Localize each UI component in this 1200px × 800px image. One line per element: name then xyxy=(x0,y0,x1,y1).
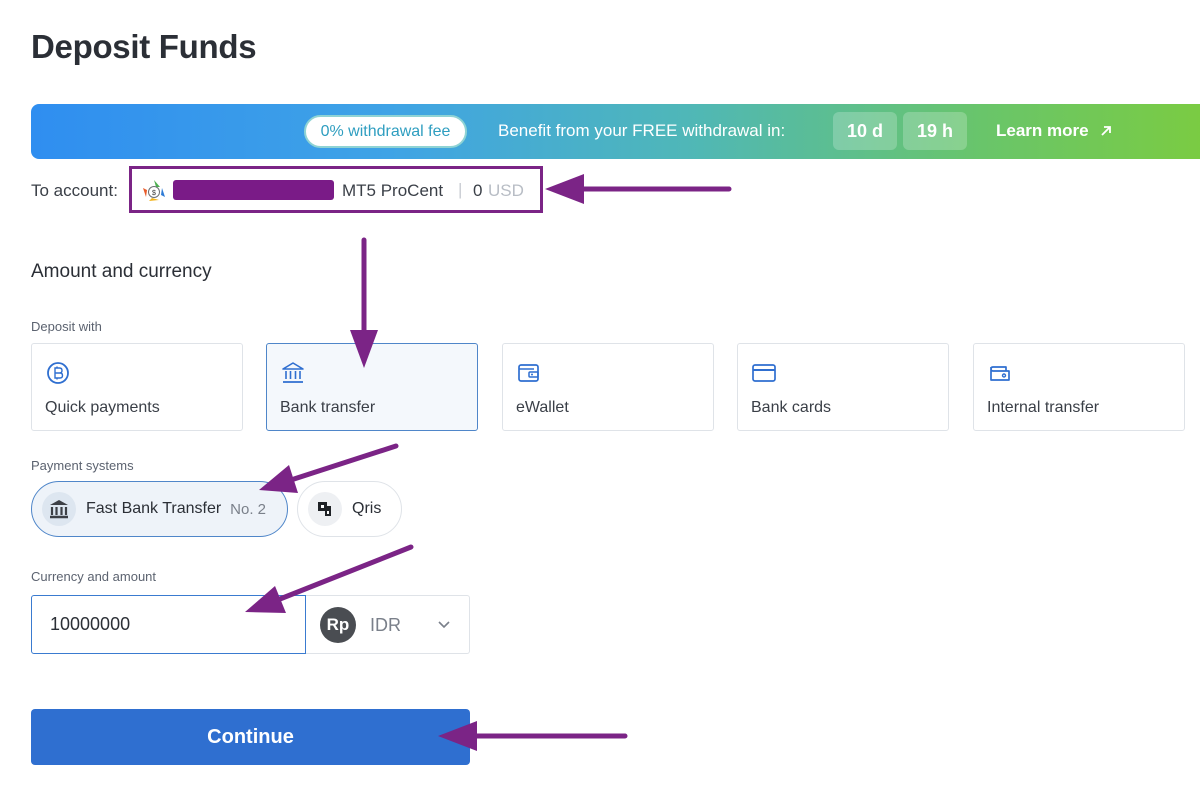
account-label: To account: xyxy=(31,181,118,200)
account-separator: | xyxy=(458,180,463,199)
method-bank-transfer[interactable]: Bank transfer xyxy=(266,343,478,431)
page-title: Deposit Funds xyxy=(31,28,257,65)
rupiah-icon: Rp xyxy=(320,607,356,643)
payment-system-name: Fast Bank Transfer xyxy=(86,500,222,517)
payment-system-name: Qris xyxy=(352,500,382,517)
account-balance: 0 xyxy=(473,181,483,200)
svg-text:$: $ xyxy=(152,190,156,197)
card-icon xyxy=(752,364,776,382)
bank-icon xyxy=(282,362,304,383)
coin-icon xyxy=(47,362,69,384)
timer-hours: 19 h xyxy=(903,112,967,150)
method-ewallet[interactable]: eWallet xyxy=(502,343,714,431)
method-internal-transfer[interactable]: Internal transfer xyxy=(973,343,1185,431)
learn-more-link[interactable]: Learn more xyxy=(996,121,1113,141)
currency-amount-label: Currency and amount xyxy=(31,569,157,584)
method-label: eWallet xyxy=(516,399,569,416)
qris-icon xyxy=(308,492,342,526)
amount-input[interactable] xyxy=(31,595,306,654)
payment-systems-label: Payment systems xyxy=(31,458,134,473)
payment-qris[interactable]: Qris xyxy=(297,481,402,537)
account-type: MT5 ProCent xyxy=(342,181,444,200)
currency-code: IDR xyxy=(370,615,401,635)
method-label: Quick payments xyxy=(45,399,160,416)
bank-icon xyxy=(42,492,76,526)
method-label: Bank cards xyxy=(751,399,832,416)
method-label: Internal transfer xyxy=(987,399,1100,416)
payment-system-badge: No. 2 xyxy=(230,500,267,518)
method-bank-cards[interactable]: Bank cards xyxy=(737,343,949,431)
wallet-icon xyxy=(518,364,539,382)
currency-select[interactable]: Rp IDR xyxy=(306,595,470,654)
deposit-with-label: Deposit with xyxy=(31,319,102,334)
arrow-up-right-icon xyxy=(1100,126,1111,136)
account-currency: USD xyxy=(488,181,524,200)
continue-button[interactable]: Continue xyxy=(31,709,470,765)
transfer-wallet-icon xyxy=(990,366,1010,381)
chevron-down-icon xyxy=(438,621,450,629)
method-quick-payments[interactable]: Quick payments xyxy=(31,343,243,431)
learn-more-label: Learn more xyxy=(996,121,1089,140)
payment-fast-bank-transfer[interactable]: Fast Bank Transfer No. 2 xyxy=(31,481,288,537)
metatrader-logo-icon: $ xyxy=(143,180,165,201)
section-title: Amount and currency xyxy=(31,261,212,282)
annotation-arrow xyxy=(545,174,732,204)
redacted-account-number xyxy=(173,180,334,200)
withdrawal-fee-pill: 0% withdrawal fee xyxy=(304,115,467,148)
timer-days: 10 d xyxy=(833,112,897,150)
banner-text: Benefit from your FREE withdrawal in: xyxy=(498,121,786,140)
method-label: Bank transfer xyxy=(280,399,376,416)
